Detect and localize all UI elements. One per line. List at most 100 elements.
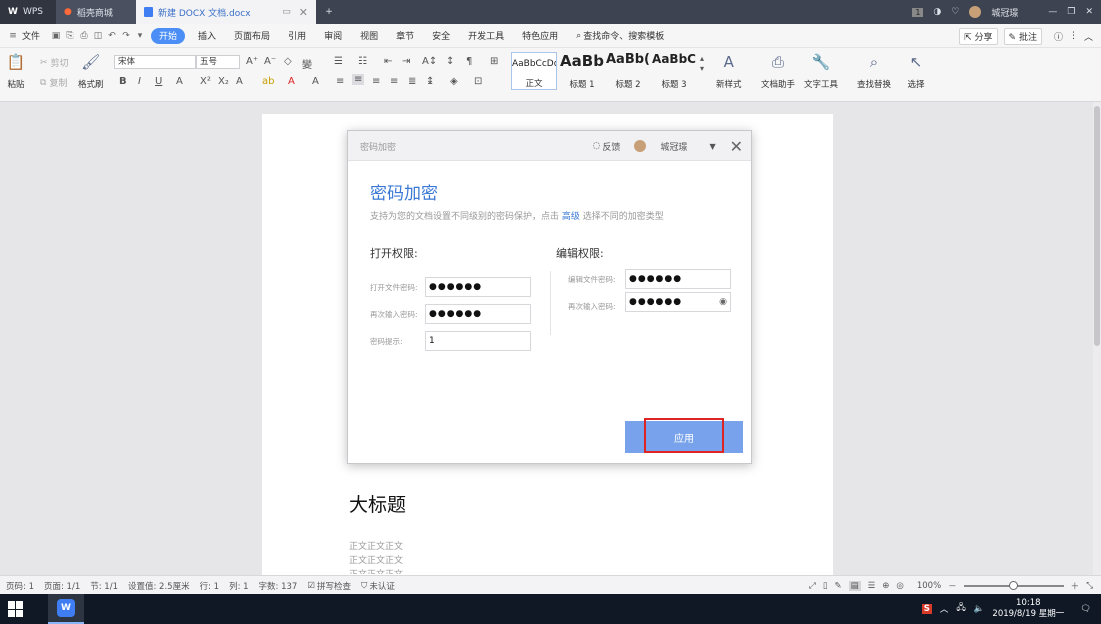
tray-expand-icon[interactable]: ︿ <box>940 603 949 615</box>
style-normal[interactable]: AaBbCcDd 正文 <box>511 52 557 90</box>
tab-insert[interactable]: 插入 <box>189 24 225 48</box>
align-left-icon[interactable]: ≡ <box>336 76 344 87</box>
edit-mode-icon[interactable]: ✎ <box>835 581 842 591</box>
eye-icon[interactable]: ◉ <box>719 293 727 311</box>
advanced-link[interactable]: 高级 <box>562 212 580 222</box>
open-confirm-field[interactable]: ●●●●●● <box>425 304 531 324</box>
comment-button[interactable]: ✎ 批注 <box>1003 27 1042 45</box>
page-view-icon[interactable]: ▤ <box>848 580 861 591</box>
style-heading-3[interactable]: AaBbC 标题 3 <box>651 52 697 90</box>
font-name-select[interactable]: 宋体 <box>114 55 196 69</box>
more-icon[interactable]: ⋮ <box>1069 31 1078 41</box>
zoom-in-icon[interactable]: ＋ <box>1071 580 1080 592</box>
help-icon[interactable]: ⓘ <box>1054 30 1063 43</box>
paste-button[interactable]: 📋 粘贴 <box>6 52 26 90</box>
copy-button[interactable]: ⧉ 复制 <box>40 76 67 90</box>
strikethrough-icon[interactable]: A <box>176 76 183 87</box>
edit-password-field[interactable]: ●●●●●● <box>625 269 731 289</box>
bullet-list-icon[interactable]: ☰ <box>334 56 343 67</box>
show-marks-icon[interactable]: ¶ <box>466 56 472 67</box>
cut-button[interactable]: ✂ 剪切 <box>40 56 69 70</box>
preview-icon[interactable]: ◫ <box>91 24 105 48</box>
zoom-out-icon[interactable]: － <box>948 580 957 592</box>
char-border-icon[interactable]: A <box>312 76 319 87</box>
open-password-field[interactable]: ●●●●●● <box>425 277 531 297</box>
numbered-list-icon[interactable]: ☷ <box>358 56 367 67</box>
fit-page-icon[interactable]: ⤡ <box>1086 581 1093 591</box>
italic-icon[interactable]: I <box>138 76 141 87</box>
border-icon[interactable]: ⊡ <box>474 76 482 87</box>
spell-check-button[interactable]: ☑ 拼写检查 <box>307 580 351 592</box>
tab-features[interactable]: 特色应用 <box>513 24 567 48</box>
collapse-icon[interactable]: ︿ <box>1084 30 1093 43</box>
hamburger-icon[interactable]: ≡ <box>6 24 20 48</box>
shrink-font-icon[interactable]: A⁻ <box>264 56 276 67</box>
shading-icon[interactable]: ◈ <box>450 76 458 87</box>
tab-security[interactable]: 安全 <box>423 24 459 48</box>
taskbar-wps-app[interactable]: W <box>48 594 84 624</box>
chevron-down-icon[interactable]: ▼ <box>709 142 715 151</box>
status-word-count[interactable]: 字数: 137 <box>259 580 298 592</box>
clock[interactable]: 10:18 2019/8/19 星期一 <box>992 598 1064 620</box>
doc-assistant-button[interactable]: ⎙ 文档助手 <box>761 52 795 90</box>
minimize-icon[interactable]: — <box>1048 7 1057 17</box>
format-painter-button[interactable]: 🖌 格式刷 <box>78 52 104 90</box>
chinese-layout-icon[interactable]: A↕ <box>422 56 437 67</box>
close-window-icon[interactable]: ✕ <box>1085 7 1093 17</box>
skin-icon[interactable]: ◑ <box>933 7 941 17</box>
distribute-icon[interactable]: ≣ <box>408 76 416 87</box>
ime-icon[interactable]: S <box>921 604 932 614</box>
eye-protect-icon[interactable]: ◎ <box>896 581 903 591</box>
new-style-button[interactable]: A 新样式 <box>716 52 742 90</box>
tab-wps[interactable]: W WPS <box>0 0 56 24</box>
notification-icon[interactable]: 🗨 <box>1080 604 1091 614</box>
zoom-slider[interactable] <box>963 580 1064 590</box>
menu-file[interactable]: 文件 <box>20 24 49 48</box>
find-replace-button[interactable]: ⌕ 查找替换 <box>857 52 891 90</box>
clear-format-icon[interactable]: ◇ <box>284 56 292 67</box>
highlight-icon[interactable]: ab <box>262 76 274 87</box>
bold-icon[interactable]: B <box>119 76 127 87</box>
justify-icon[interactable]: ≡ <box>390 76 398 87</box>
grow-font-icon[interactable]: A⁺ <box>246 56 258 67</box>
chevron-down-icon[interactable]: ▾ <box>133 24 147 48</box>
align-center-icon[interactable]: ≡ <box>352 74 365 85</box>
export-icon[interactable]: ⎘ <box>63 24 77 48</box>
align-right-icon[interactable]: ≡ <box>372 76 380 87</box>
print-icon[interactable]: ⎙ <box>77 24 91 48</box>
font-size-select[interactable]: 五号 <box>196 55 240 69</box>
fullscreen-icon[interactable]: ⤢ <box>809 581 816 591</box>
close-tab-icon[interactable]: ✕ <box>299 6 308 19</box>
shirt-icon[interactable]: ♡ <box>951 7 959 17</box>
style-heading-2[interactable]: AaBb( 标题 2 <box>605 52 651 90</box>
avatar[interactable] <box>634 140 647 152</box>
tab-reference[interactable]: 引用 <box>279 24 315 48</box>
tab-store[interactable]: ● 稻壳商城 <box>56 0 136 24</box>
vertical-scrollbar[interactable] <box>1093 102 1101 575</box>
styles-scroll-icon[interactable]: ▴ ▾ <box>700 54 704 74</box>
window-restore-icon[interactable]: ▭ <box>282 7 291 17</box>
network-icon[interactable]: 🖧 <box>956 602 965 616</box>
new-tab-button[interactable]: + <box>316 0 342 24</box>
zoom-slider-knob[interactable] <box>1009 580 1019 590</box>
feedback-button[interactable]: ◌ 反馈 <box>593 140 621 153</box>
tab-developer[interactable]: 开发工具 <box>459 24 513 48</box>
windows-start-icon[interactable] <box>8 601 24 617</box>
decrease-indent-icon[interactable]: ⇤ <box>384 56 392 67</box>
volume-icon[interactable]: 🔈 <box>974 604 985 614</box>
text-effect-icon[interactable]: A <box>236 76 243 87</box>
zoom-value[interactable]: 100% <box>917 581 941 591</box>
increase-indent-icon[interactable]: ⇥ <box>402 56 410 67</box>
avatar[interactable] <box>969 6 982 18</box>
table-icon[interactable]: ⊞ <box>490 56 498 67</box>
save-icon[interactable]: ▣ <box>49 24 63 48</box>
outline-view-icon[interactable]: ☰ <box>868 581 876 591</box>
tab-document[interactable]: 新建 DOCX 文档.docx ▭ ✕ <box>136 0 316 24</box>
certification-button[interactable]: ⛉ 未认证 <box>361 580 395 592</box>
edit-confirm-field[interactable]: ●●●●●● ◉ <box>625 292 731 312</box>
scroll-thumb[interactable] <box>1094 106 1100 346</box>
phonetic-icon[interactable]: 變 <box>302 56 312 71</box>
line-spacing-icon[interactable]: ↨ <box>426 76 434 87</box>
maximize-icon[interactable]: ❐ <box>1067 7 1075 17</box>
underline-icon[interactable]: U <box>155 76 162 87</box>
